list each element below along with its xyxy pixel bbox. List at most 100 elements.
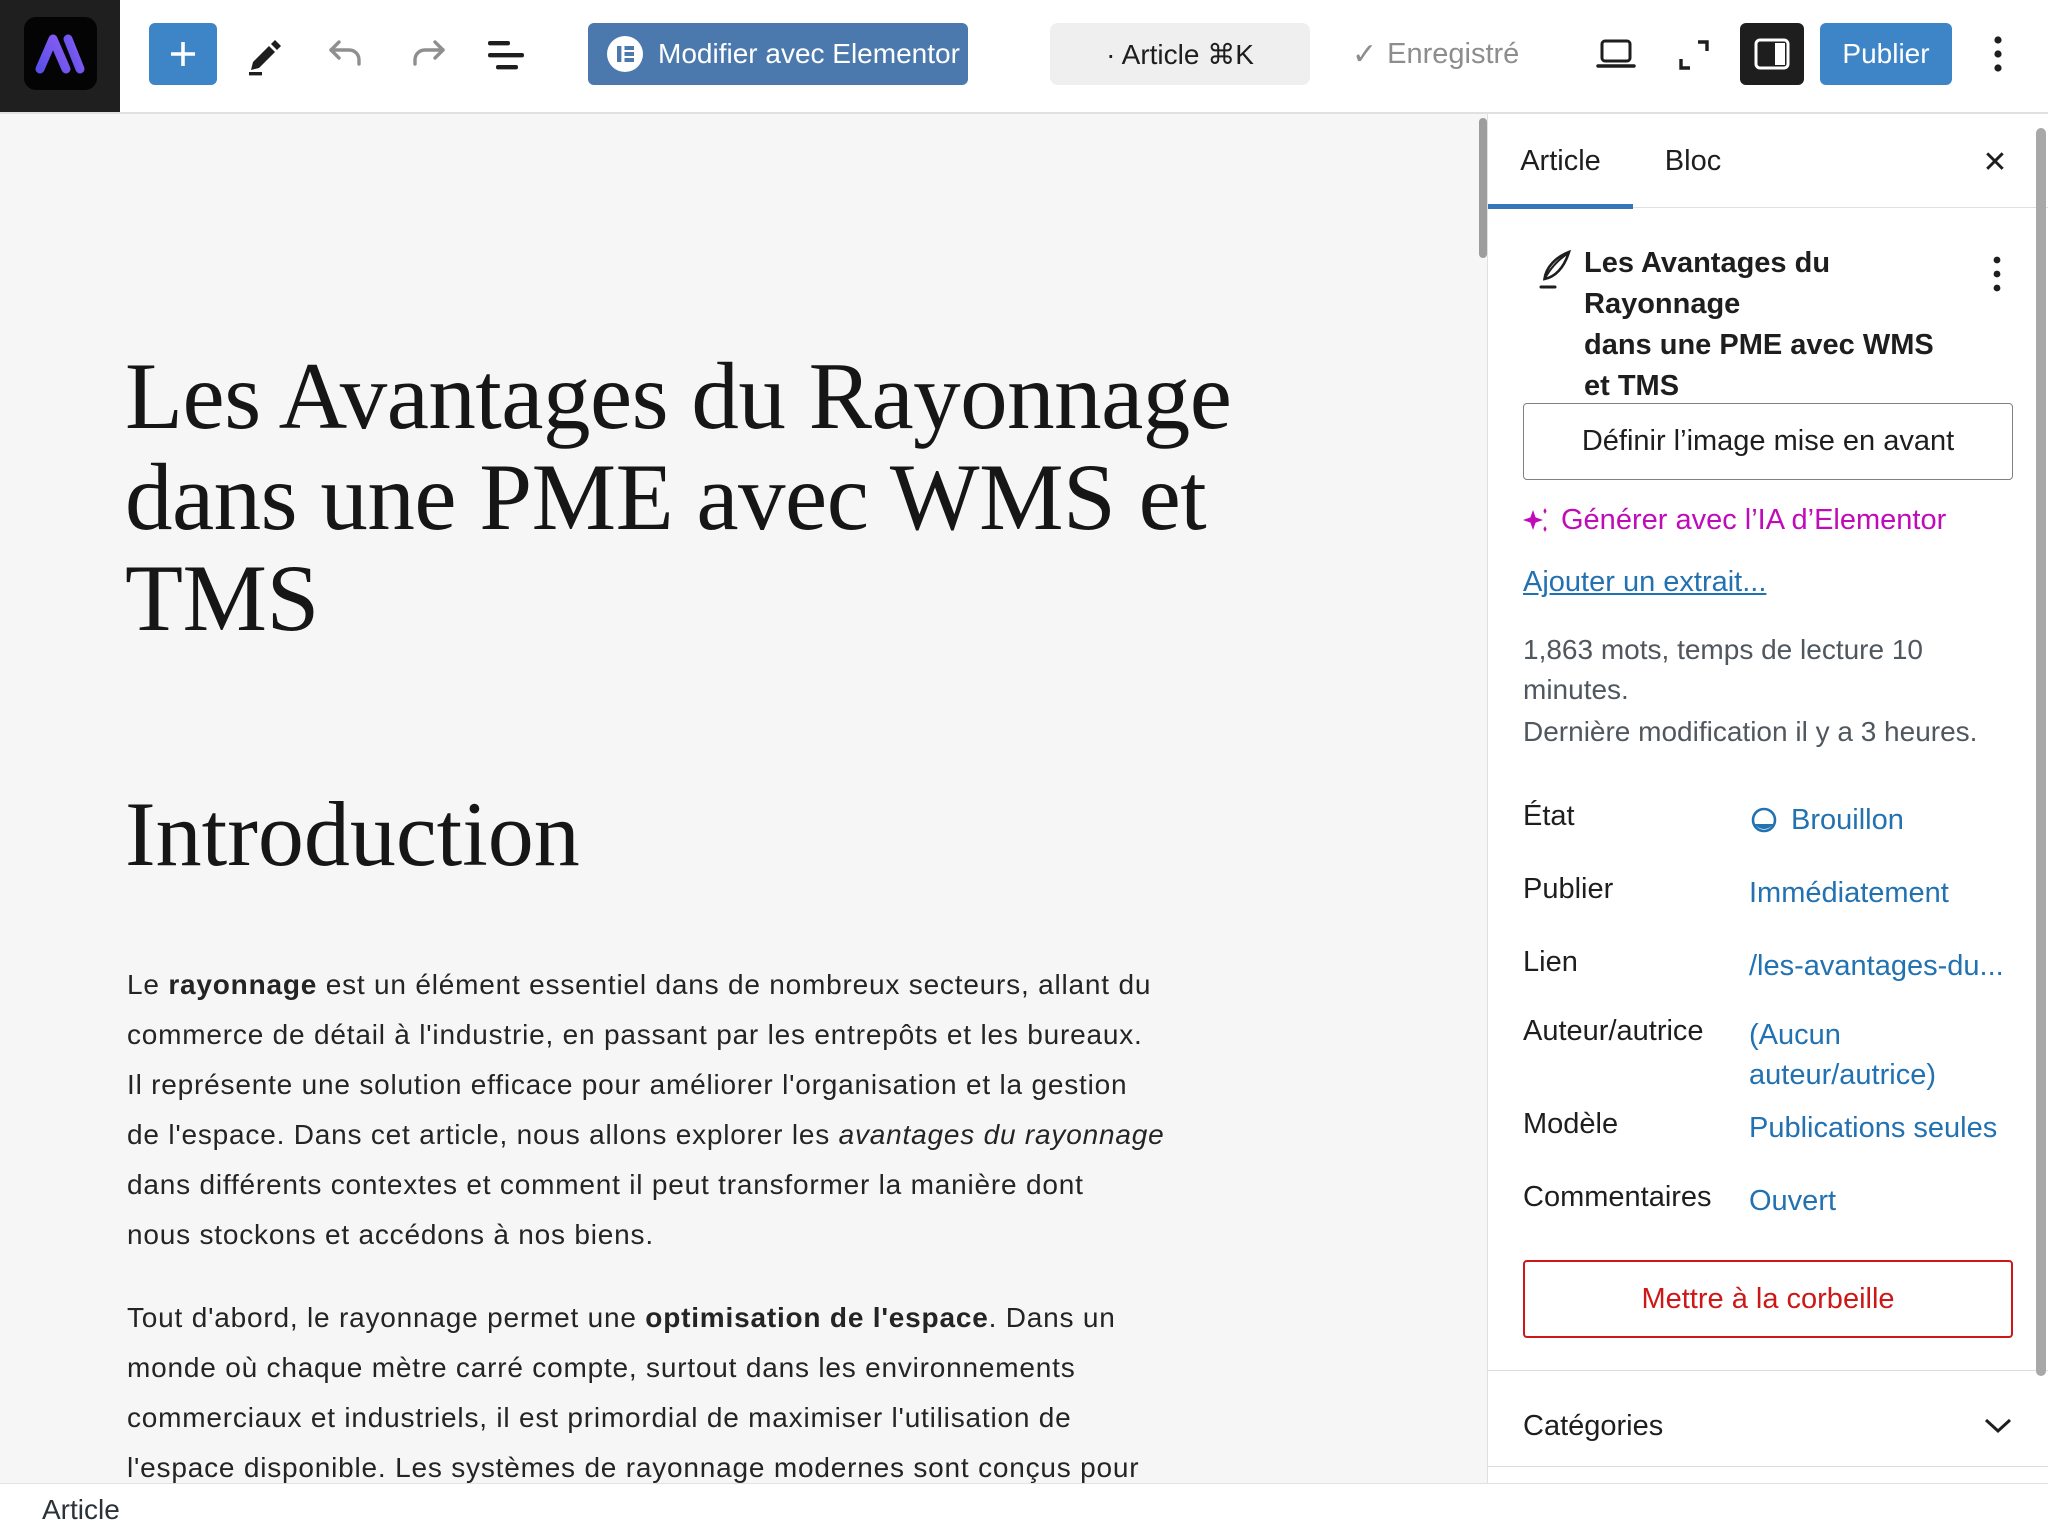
meta-label: Auteur/autrice [1523,1015,1704,1048]
undo-button[interactable] [326,37,364,73]
options-menu-button[interactable] [1982,32,2014,78]
categories-label: Catégories [1523,1410,1663,1443]
publish-label: Publier [1842,38,1929,70]
text-run: avantages du rayonnage [839,1119,1165,1150]
top-toolbar: Modifier avec Elementor · Article ⌘K ✓ E… [0,0,2048,114]
text-run: Il représente une solution efficace pour… [127,1069,1127,1100]
text-run: l'espace disponible. Les systèmes de ray… [127,1452,1139,1483]
paragraph-block[interactable]: Le rayonnage est un élément essentiel da… [127,960,1164,1260]
command-center-label: · Article ⌘K [1106,38,1254,71]
undo-icon [326,37,364,73]
redo-icon [410,37,448,73]
text-line: nous stockons et accédons à nos biens. [127,1210,1164,1260]
redo-button[interactable] [410,37,448,73]
ai-link-label: Générer avec l’IA d’Elementor [1561,504,1946,537]
text-line: monde où chaque mètre carré compte, surt… [127,1343,1149,1393]
saved-label: Enregistré [1387,38,1519,71]
kebab-icon [1988,252,2006,298]
post-actions-menu[interactable] [1988,252,2006,298]
section-heading[interactable]: Introduction [125,786,580,882]
post-title[interactable]: Les Avantages du Rayonnagedans une PME a… [125,346,1231,649]
text-run: Les Avantages du Rayonnage [125,343,1231,449]
active-tab-underline [1488,204,1633,209]
text-line: Il représente une solution efficace pour… [127,1060,1164,1110]
meta-label: Lien [1523,946,1578,979]
meta-label: Commentaires [1523,1181,1712,1214]
site-logo-glyph [24,17,97,90]
meta-label: Publier [1523,873,1613,906]
settings-sidebar: Article Bloc ✕ Les Avantages du Rayonnag… [1487,114,2048,1483]
text-run: est un élément essentiel dans de nombreu… [317,969,1151,1000]
chevron-down-icon [1983,1417,2013,1435]
fullscreen-button[interactable] [1674,35,1714,75]
draft-status-icon [1749,805,1779,835]
status-value-button[interactable]: Brouillon [1749,800,1904,840]
add-excerpt-link[interactable]: Ajouter un extrait... [1523,566,1766,599]
text-line: dans différents contextes et comment il … [127,1160,1164,1210]
meta-label: État [1523,800,1575,833]
wordpress-editor: Modifier avec Elementor · Article ⌘K ✓ E… [0,0,2048,1536]
command-center-search[interactable]: · Article ⌘K [1050,23,1310,85]
sidebar-post-title: Les Avantages du Rayonnage dans une PME … [1584,243,1964,407]
plus-icon [164,35,202,73]
add-block-button[interactable] [149,23,217,85]
publish-button[interactable]: Publier [1820,23,1952,85]
text-run: dans différents contextes et comment il … [127,1169,1084,1200]
text-run: rayonnage [168,969,317,1000]
status-value-label: Brouillon [1791,800,1904,840]
divider [1488,1466,2048,1467]
tools-button[interactable] [245,36,285,76]
generate-with-ai-link[interactable]: Générer avec l’IA d’Elementor [1521,504,1946,537]
laptop-icon [1595,33,1637,75]
divider [1488,1370,2048,1371]
text-run: Le [127,969,168,1000]
content-scrollbar-thumb[interactable] [1479,118,1487,258]
quill-icon [1536,248,1576,292]
text-line: de l'espace. Dans cet article, nous allo… [127,1110,1164,1160]
close-icon: ✕ [1982,145,2007,180]
tab-article-label: Article [1520,145,1601,178]
elementor-icon [606,35,644,73]
text-run: optimisation de l'espace [645,1302,988,1333]
kebab-icon [1982,32,2014,78]
list-view-icon [486,37,526,75]
tab-article[interactable]: Article [1488,114,1633,208]
author-select-button[interactable]: (Aucun auteur/autrice) [1749,1015,1936,1095]
settings-sidebar-toggle[interactable] [1740,23,1804,85]
tab-bloc[interactable]: Bloc [1633,114,1753,208]
post-icon [1536,248,1576,292]
editor-canvas[interactable]: Les Avantages du Rayonnagedans une PME a… [0,114,1481,1483]
sidebar-scrollbar-thumb[interactable] [2036,128,2046,1376]
check-icon: ✓ [1352,37,1377,72]
text-run: dans une PME avec WMS et [125,444,1206,550]
pencil-icon [245,36,285,76]
last-modified-text: Dernière modification il y a 3 heures. [1523,716,1977,748]
set-featured-image-button[interactable]: Définir l’image mise en avant [1523,403,2013,480]
text-line: commerce de détail à l'industrie, en pas… [127,1010,1164,1060]
text-line: Tout d'abord, le rayonnage permet une op… [127,1293,1149,1343]
paragraph-block[interactable]: Tout d'abord, le rayonnage permet une op… [127,1293,1149,1483]
preview-button[interactable] [1595,33,1637,75]
publish-date-button[interactable]: Immédiatement [1749,873,1949,913]
text-line: dans une PME avec WMS et [125,447,1231,548]
text-run: commerciaux et industriels, il est primo… [127,1402,1072,1433]
text-line: Le rayonnage est un élément essentiel da… [127,960,1164,1010]
site-logo-button[interactable] [0,0,120,112]
saved-status[interactable]: ✓ Enregistré [1352,23,1519,85]
text-line: commerciaux et industriels, il est primo… [127,1393,1149,1443]
word-count-text: 1,863 mots, temps de lecture 10 minutes. [1523,630,1923,710]
breadcrumb[interactable]: Article [42,1494,120,1526]
text-run: nous stockons et accédons à nos biens. [127,1219,654,1250]
close-sidebar-button[interactable]: ✕ [1975,142,2015,182]
template-button[interactable]: Publications seules [1749,1108,1997,1148]
document-overview-button[interactable] [486,37,526,75]
permalink-button[interactable]: /les-avantages-du... [1749,946,2004,986]
text-run: monde où chaque mètre carré compte, surt… [127,1352,1076,1383]
text-line: l'espace disponible. Les systèmes de ray… [127,1443,1149,1483]
text-line: TMS [125,548,1231,649]
categories-panel-toggle[interactable]: Catégories [1523,1396,2013,1456]
edit-with-elementor-button[interactable]: Modifier avec Elementor [588,23,968,85]
comments-button[interactable]: Ouvert [1749,1181,1836,1221]
move-to-trash-button[interactable]: Mettre à la corbeille [1523,1260,2013,1338]
text-run: commerce de détail à l'industrie, en pas… [127,1019,1143,1050]
